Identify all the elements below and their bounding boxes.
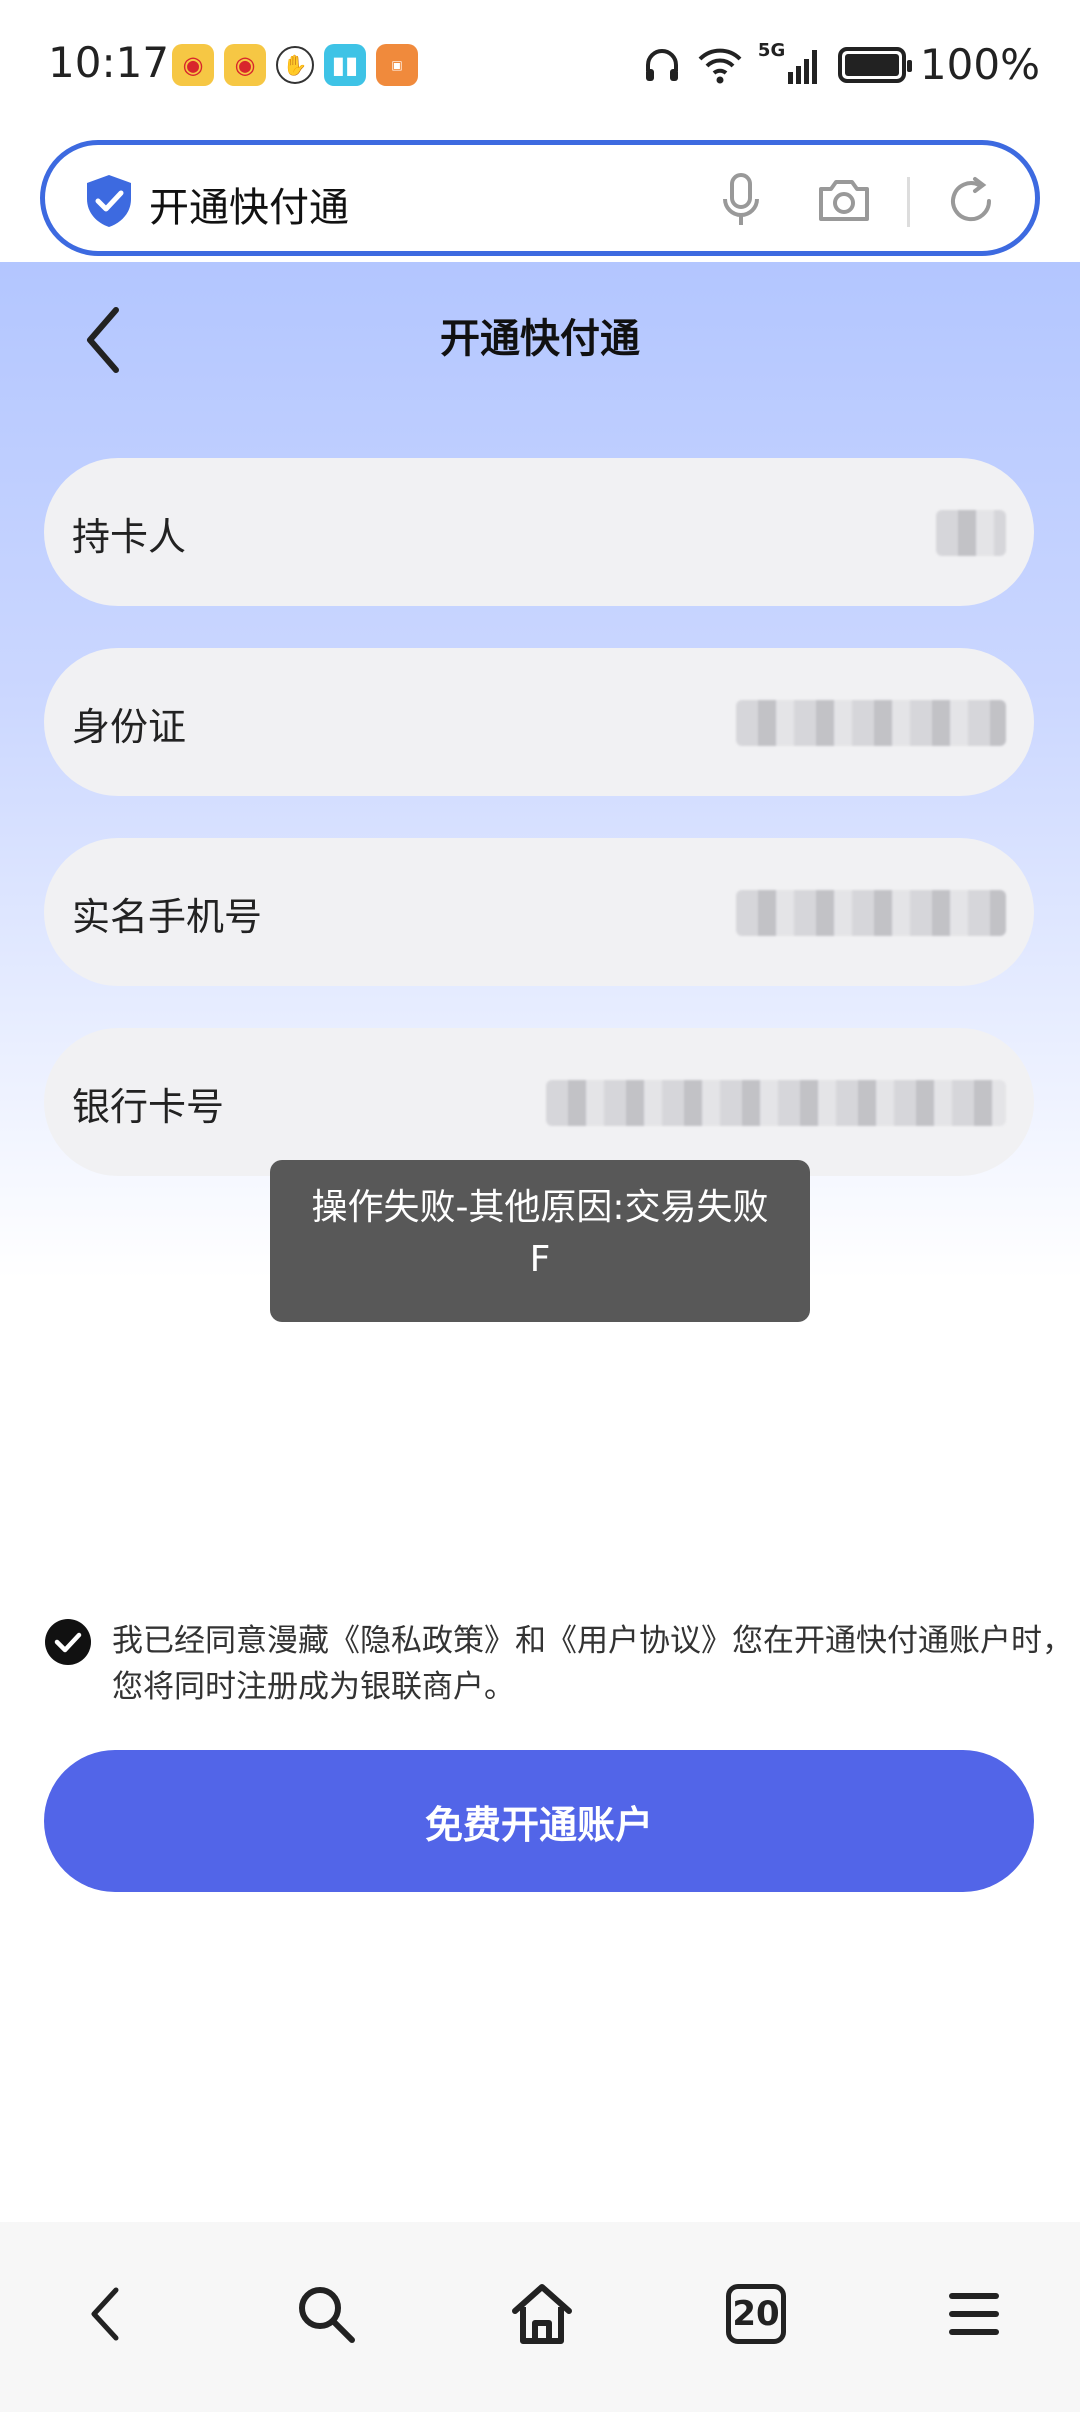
shield-icon (87, 175, 131, 227)
hand-icon: ✋ (276, 46, 314, 84)
tab-count-icon: 20 (726, 2284, 786, 2344)
microphone-icon[interactable] (717, 171, 765, 231)
agreement-text[interactable]: 我已经同意漫藏《隐私政策》和《用户协议》您在开通快付通账户时，您将同时注册成为银… (112, 1618, 1080, 1710)
book-icon: ▮▮ (324, 44, 366, 86)
nav-home-button[interactable] (502, 2274, 582, 2354)
phone-field[interactable]: 实名手机号 (44, 838, 1034, 986)
error-toast: 操作失败-其他原因:交易失败F (270, 1160, 810, 1322)
browser-bottom-nav: 20 (0, 2222, 1080, 2412)
field-label: 实名手机号 (72, 895, 263, 939)
search-bar[interactable]: 开通快付通 (40, 140, 1040, 256)
wifi-icon (698, 48, 742, 83)
search-input[interactable]: 开通快付通 (149, 175, 349, 233)
checkbox-checked-icon[interactable] (44, 1618, 92, 1666)
divider (907, 177, 910, 227)
nav-tabs-button[interactable]: 20 (716, 2274, 796, 2354)
status-bar: 10:17 ◉ ◉ ✋ ▮▮ ▣ 5G 100% (0, 0, 1080, 130)
bank-card-value-masked (546, 1080, 1006, 1126)
signal-icon: 5G (758, 40, 824, 86)
cardholder-field[interactable]: 持卡人 (44, 458, 1034, 606)
weibo-icon: ◉ (224, 44, 266, 86)
nav-menu-button[interactable] (934, 2274, 1014, 2354)
page-title: 开通快付通 (440, 316, 640, 362)
status-time: 10:17 (48, 38, 170, 87)
home-icon (512, 2284, 572, 2344)
open-account-button[interactable]: 免费开通账户 (44, 1750, 1034, 1892)
cardholder-value-masked (936, 510, 1006, 556)
bank-card-field[interactable]: 银行卡号 (44, 1028, 1034, 1176)
camera-icon[interactable] (815, 175, 873, 225)
nav-search-button[interactable] (286, 2274, 366, 2354)
refresh-icon[interactable] (943, 173, 999, 229)
menu-icon (949, 2293, 999, 2335)
id-card-value-masked (736, 700, 1006, 746)
battery-icon (837, 46, 912, 83)
battery-percent: 100% (919, 40, 1040, 89)
nav-back-button[interactable] (66, 2274, 146, 2354)
field-label: 银行卡号 (72, 1085, 225, 1129)
field-label: 身份证 (72, 705, 187, 749)
phone-value-masked (736, 890, 1006, 936)
id-card-field[interactable]: 身份证 (44, 648, 1034, 796)
weibo-icon: ◉ (172, 44, 214, 86)
status-indicators: 5G 100% (642, 40, 1040, 89)
notification-icons: ◉ ◉ ✋ ▮▮ ▣ (172, 44, 418, 86)
shop-app-icon: ▣ (376, 44, 418, 86)
back-icon (91, 2287, 119, 2341)
search-icon (299, 2287, 355, 2343)
field-label: 持卡人 (72, 515, 187, 559)
headphones-icon (645, 48, 678, 81)
